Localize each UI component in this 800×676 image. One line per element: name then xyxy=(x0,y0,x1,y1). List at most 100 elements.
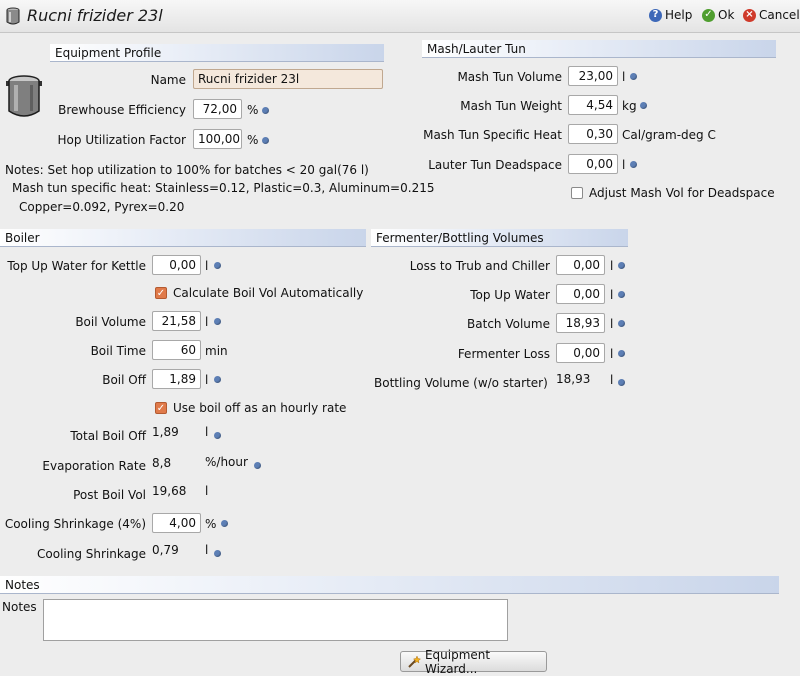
fermenter-loss-unit: l xyxy=(610,347,614,361)
fermenter-loss-label: Fermenter Loss xyxy=(457,347,550,361)
help-icon: ? xyxy=(649,8,662,22)
title-bar: Rucni frizider 23l ? Help ✓ Ok × Cancel xyxy=(0,0,800,33)
boil-time-field[interactable]: 60 xyxy=(152,340,201,360)
loss-trub-chiller-unit: l xyxy=(610,259,614,273)
lauter-tun-deadspace-label: Lauter Tun Deadspace xyxy=(428,158,562,172)
cooling-shrinkage-info-icon[interactable] xyxy=(214,550,221,557)
cooling-shrinkage-pct-field[interactable]: 4,00 xyxy=(152,513,201,533)
cooling-shrinkage-pct-label: Cooling Shrinkage (4%) xyxy=(4,517,146,531)
total-boil-off-unit: l xyxy=(205,425,209,439)
hop-info-icon[interactable] xyxy=(262,137,269,144)
mash-tun-weight-label: Mash Tun Weight xyxy=(460,99,562,113)
mash-tun-weight-field[interactable]: 4,54 xyxy=(568,95,618,115)
notes-label: Notes xyxy=(2,600,37,614)
name-label: Name xyxy=(150,73,186,87)
adjust-mash-vol-checkbox[interactable] xyxy=(571,187,583,199)
equipment-wizard-label: Equipment Wizard... xyxy=(424,647,491,676)
close-icon: × xyxy=(743,8,756,22)
boil-off-info-icon[interactable] xyxy=(214,376,221,383)
cooling-shrinkage-pct-info-icon[interactable] xyxy=(221,520,228,527)
specific-heat-unit: Cal/gram-deg C xyxy=(622,128,716,142)
boil-off-unit: l xyxy=(205,373,209,387)
notes-line-3: Copper=0.092, Pyrex=0.20 xyxy=(19,200,185,214)
kettle-large-icon xyxy=(6,75,42,117)
cooling-shrinkage-pct-unit: % xyxy=(205,517,217,531)
calculate-boil-vol-checkbox[interactable]: ✓ xyxy=(155,287,167,299)
mash-lauter-header: Mash/Lauter Tun xyxy=(422,40,776,58)
fermenter-top-up-unit: l xyxy=(610,288,614,302)
boil-off-label: Boil Off xyxy=(102,373,146,387)
boil-off-field[interactable]: 1,89 xyxy=(152,369,201,389)
cooling-shrinkage-label: Cooling Shrinkage xyxy=(37,547,146,561)
kettle-icon xyxy=(6,7,20,25)
cancel-label: Cancel xyxy=(759,8,800,22)
boil-volume-info-icon[interactable] xyxy=(214,318,221,325)
equipment-wizard-button[interactable]: Equipment Wizard... xyxy=(400,648,547,676)
post-boil-vol-unit: l xyxy=(205,484,209,498)
deadspace-unit: l xyxy=(622,158,626,172)
help-label: Help xyxy=(665,8,693,22)
mash-tun-volume-label: Mash Tun Volume xyxy=(457,70,562,84)
bottling-volume-label: Bottling Volume (w/o starter) xyxy=(374,376,548,390)
hourly-rate-checkbox[interactable]: ✓ xyxy=(155,402,167,414)
bottling-volume-value: 18,93 xyxy=(556,372,591,386)
ok-label: Ok xyxy=(718,8,735,22)
evaporation-rate-info-icon[interactable] xyxy=(254,462,261,469)
notes-line-1: Notes: Set hop utilization to 100% for b… xyxy=(5,163,369,177)
top-up-kettle-info-icon[interactable] xyxy=(214,262,221,269)
fermenter-loss-info-icon[interactable] xyxy=(618,350,625,357)
mash-tun-specific-heat-field[interactable]: 0,30 xyxy=(568,124,618,144)
ok-button[interactable]: ✓ Ok xyxy=(702,8,734,22)
top-up-kettle-label: Top Up Water for Kettle xyxy=(7,259,146,273)
help-button[interactable]: ? Help xyxy=(649,8,692,22)
notes-header: Notes xyxy=(0,576,779,594)
evaporation-rate-label: Evaporation Rate xyxy=(42,459,146,473)
hourly-rate-label: Use boil off as an hourly rate xyxy=(173,401,347,415)
window-title: Rucni frizider 23l xyxy=(27,6,163,25)
mash-tun-weight-unit: kg xyxy=(622,99,637,113)
fermenter-loss-field[interactable]: 0,00 xyxy=(556,343,605,363)
hop-utilization-field[interactable]: 100,00 xyxy=(193,129,242,149)
loss-trub-chiller-field[interactable]: 0,00 xyxy=(556,255,605,275)
deadspace-info-icon[interactable] xyxy=(630,161,637,168)
notes-line-2: Mash tun specific heat: Stainless=0.12, … xyxy=(12,181,435,195)
fermenter-top-up-field[interactable]: 0,00 xyxy=(556,284,605,304)
evaporation-rate-unit: %/hour xyxy=(205,455,248,469)
magic-wand-icon xyxy=(408,654,421,668)
efficiency-info-icon[interactable] xyxy=(262,107,269,114)
post-boil-vol-value: 19,68 xyxy=(152,484,187,498)
total-boil-off-label: Total Boil Off xyxy=(70,429,146,443)
top-up-kettle-unit: l xyxy=(205,259,209,273)
batch-volume-label: Batch Volume xyxy=(467,317,550,331)
bottling-volume-info-icon[interactable] xyxy=(618,379,625,386)
total-boil-off-info-icon[interactable] xyxy=(214,432,221,439)
mash-tun-weight-info-icon[interactable] xyxy=(640,102,647,109)
mash-tun-volume-field[interactable]: 23,00 xyxy=(568,66,618,86)
brewhouse-efficiency-label: Brewhouse Efficiency xyxy=(58,103,186,117)
boil-volume-unit: l xyxy=(205,315,209,329)
adjust-mash-vol-label: Adjust Mash Vol for Deadspace xyxy=(589,186,775,200)
cooling-shrinkage-value: 0,79 xyxy=(152,543,179,557)
mash-tun-specific-heat-label: Mash Tun Specific Heat xyxy=(423,128,562,142)
batch-volume-field[interactable]: 18,93 xyxy=(556,313,605,333)
boil-volume-label: Boil Volume xyxy=(75,315,146,329)
batch-volume-info-icon[interactable] xyxy=(618,320,625,327)
hop-unit: % xyxy=(247,133,259,147)
calculate-boil-vol-label: Calculate Boil Vol Automatically xyxy=(173,286,364,300)
name-field[interactable]: Rucni frizider 23l xyxy=(193,69,383,89)
fermenter-top-up-info-icon[interactable] xyxy=(618,291,625,298)
fermenter-top-up-label: Top Up Water xyxy=(470,288,550,302)
notes-textarea[interactable] xyxy=(43,599,508,641)
loss-trub-chiller-info-icon[interactable] xyxy=(618,262,625,269)
batch-volume-unit: l xyxy=(610,317,614,331)
top-up-kettle-field[interactable]: 0,00 xyxy=(152,255,201,275)
post-boil-vol-label: Post Boil Vol xyxy=(73,488,146,502)
total-boil-off-value: 1,89 xyxy=(152,425,179,439)
cancel-button[interactable]: × Cancel xyxy=(743,8,800,22)
fermenter-header: Fermenter/Bottling Volumes xyxy=(371,229,628,247)
mash-tun-volume-info-icon[interactable] xyxy=(630,73,637,80)
brewhouse-efficiency-field[interactable]: 72,00 xyxy=(193,99,242,119)
lauter-tun-deadspace-field[interactable]: 0,00 xyxy=(568,154,618,174)
evaporation-rate-value: 8,8 xyxy=(152,456,172,470)
boil-volume-field[interactable]: 21,58 xyxy=(152,311,201,331)
